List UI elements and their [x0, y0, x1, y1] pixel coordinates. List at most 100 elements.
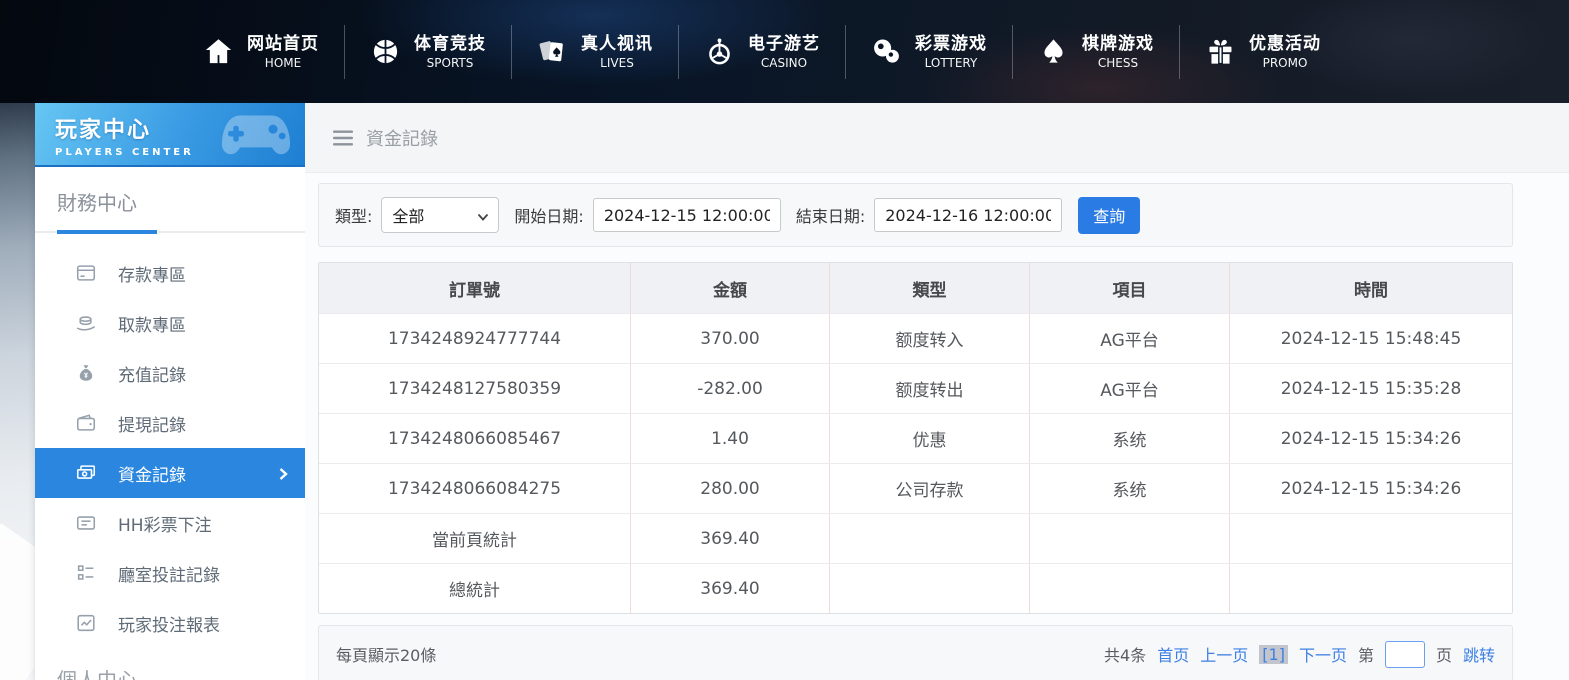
start-date-input[interactable]: [593, 198, 781, 232]
banknote-icon: [75, 462, 97, 484]
lottery-balls-icon: [871, 36, 902, 67]
nav-sublabel: CASINO: [748, 56, 820, 70]
nav-item-lottery[interactable]: 彩票游戏 LOTTERY: [845, 25, 1012, 79]
pager-controls: 共4条 首页 上一页 [1] 下一页 第 页 跳转: [1104, 641, 1495, 668]
table-row: 1734248924777744 370.00 额度转入 AG平台 2024-1…: [319, 313, 1512, 363]
table-row: 1734248127580359 -282.00 额度转出 AG平台 2024-…: [319, 363, 1512, 413]
chart-icon: [75, 612, 97, 634]
first-page-link[interactable]: 首页: [1157, 642, 1189, 666]
nav-item-lives[interactable]: 真人视讯 LIVES: [511, 25, 678, 79]
section-underline: [35, 230, 305, 234]
top-navigation: 网站首页 HOME 体育竞技 SPORTS 真人视讯 LIVES 电子游艺 CA…: [0, 0, 1569, 103]
sidebar-item-label: HH彩票下注: [118, 511, 212, 536]
cell-type: 额度转出: [829, 364, 1029, 413]
column-header: 項目: [1029, 263, 1229, 313]
cell-amount: -282.00: [630, 364, 829, 413]
chevron-right-icon: [276, 466, 290, 480]
cell-type: 额度转入: [829, 314, 1029, 363]
nav-sublabel: LOTTERY: [915, 56, 987, 70]
cell-time: 2024-12-15 15:48:45: [1229, 314, 1512, 363]
hamburger-icon[interactable]: [333, 130, 353, 146]
sidebar-item-deposit-zone[interactable]: 存款專區: [35, 248, 305, 298]
nav-item-promo[interactable]: 优惠活动 PROMO: [1179, 25, 1346, 79]
nav-item-chess[interactable]: 棋牌游戏 CHESS: [1012, 25, 1179, 79]
nav-label: 棋牌游戏: [1082, 33, 1154, 56]
type-select[interactable]: 全部: [381, 197, 499, 233]
sidebar-header: 玩家中心 PLAYERS CENTER: [35, 103, 305, 167]
nav-item-sports[interactable]: 体育竞技 SPORTS: [344, 25, 511, 79]
ticket-icon: [75, 512, 97, 534]
sidebar-item-withdraw-zone[interactable]: 取款專區: [35, 298, 305, 348]
current-page-indicator: [1]: [1259, 645, 1288, 664]
end-date-label: 結束日期:: [796, 203, 865, 227]
cell-time: 2024-12-15 15:34:26: [1229, 464, 1512, 513]
sidebar-item-label: 玩家投注報表: [118, 611, 220, 636]
cell-order-no: 1734248066084275: [319, 464, 630, 513]
sidebar-item-label: 充值記錄: [118, 361, 186, 386]
nav-sublabel: HOME: [247, 56, 319, 70]
page-titlebar: 資金記錄: [305, 103, 1569, 173]
sidebar-menu: 存款專區 取款專區 充值記錄 提現記錄 資金記錄 HH彩票下注 廳室投註記錄: [35, 248, 305, 648]
wallet-icon: [75, 412, 97, 434]
cell-amount: 280.00: [630, 464, 829, 513]
table-header-row: 訂單號 金額 類型 項目 時間: [319, 263, 1512, 313]
nav-sublabel: CHESS: [1082, 56, 1154, 70]
column-header: 時間: [1229, 263, 1512, 313]
end-date-input[interactable]: [874, 198, 1062, 232]
cell-order-no: 1734248066085467: [319, 414, 630, 463]
start-date-label: 開始日期:: [514, 203, 583, 227]
sidebar-item-label: 廳室投註記錄: [118, 561, 220, 586]
table-row: 1734248066085467 1.40 优惠 系统 2024-12-15 1…: [319, 413, 1512, 463]
deposit-card-icon: [75, 262, 97, 284]
page-jump-input[interactable]: [1385, 641, 1425, 668]
nav-label: 真人视讯: [581, 33, 653, 56]
nav-label: 优惠活动: [1249, 33, 1321, 56]
prev-page-link[interactable]: 上一页: [1200, 642, 1248, 666]
cell-item: AG平台: [1029, 364, 1229, 413]
sidebar: 玩家中心 PLAYERS CENTER 財務中心 存款專區 取款專區 充值記錄 …: [35, 103, 305, 680]
cards-icon: [537, 36, 568, 67]
chevron-down-icon: [476, 209, 490, 223]
column-header: 類型: [829, 263, 1029, 313]
sidebar-item-recharge-record[interactable]: 充值記錄: [35, 348, 305, 398]
cell-amount: 370.00: [630, 314, 829, 363]
pagination-bar: 每頁顯示20條 共4条 首页 上一页 [1] 下一页 第 页 跳转: [318, 625, 1513, 680]
cell-order-no: 1734248127580359: [319, 364, 630, 413]
sidebar-item-funds-record[interactable]: 資金記錄: [35, 448, 305, 498]
sidebar-item-room-bet-record[interactable]: 廳室投註記錄: [35, 548, 305, 598]
roulette-icon: [704, 36, 735, 67]
basketball-icon: [370, 36, 401, 67]
nav-item-home[interactable]: 网站首页 HOME: [178, 25, 344, 79]
cell-order-no: 1734248924777744: [319, 314, 630, 363]
sidebar-item-label: 取款專區: [118, 311, 186, 336]
cell-summary-label: 總統計: [319, 564, 630, 613]
main-content: 資金記錄 類型: 全部 開始日期: 結束日期: 查詢 訂單號 金額 類型 項目 …: [305, 103, 1569, 680]
cell-amount: 369.40: [630, 514, 829, 563]
total-count: 共4条: [1104, 642, 1146, 666]
sidebar-item-player-bet-report[interactable]: 玩家投注報表: [35, 598, 305, 648]
nav-item-casino[interactable]: 电子游艺 CASINO: [678, 25, 845, 79]
cell-amount: 369.40: [630, 564, 829, 613]
cell-summary-label: 當前頁統計: [319, 514, 630, 563]
table-summary-row-page: 當前頁統計 369.40: [319, 513, 1512, 563]
jump-go-link[interactable]: 跳转: [1463, 642, 1495, 666]
filter-bar: 類型: 全部 開始日期: 結束日期: 查詢: [318, 183, 1513, 247]
funds-table: 訂單號 金額 類型 項目 時間 1734248924777744 370.00 …: [318, 262, 1513, 614]
table-summary-row-total: 總統計 369.40: [319, 563, 1512, 613]
nav-label: 网站首页: [247, 33, 319, 56]
cell-item: AG平台: [1029, 314, 1229, 363]
list-icon: [75, 562, 97, 584]
query-button[interactable]: 查詢: [1078, 197, 1140, 234]
nav-sublabel: PROMO: [1249, 56, 1321, 70]
column-header: 金額: [630, 263, 829, 313]
sidebar-item-withdrawal-record[interactable]: 提現記錄: [35, 398, 305, 448]
type-filter-label: 類型:: [335, 203, 372, 227]
sidebar-item-hh-lottery-bets[interactable]: HH彩票下注: [35, 498, 305, 548]
withdraw-hand-icon: [75, 312, 97, 334]
gift-icon: [1205, 36, 1236, 67]
cell-item: 系统: [1029, 414, 1229, 463]
cell-time: 2024-12-15 15:35:28: [1229, 364, 1512, 413]
column-header: 訂單號: [319, 263, 630, 313]
finance-section-title: 財務中心: [35, 167, 305, 230]
next-page-link[interactable]: 下一页: [1299, 642, 1347, 666]
